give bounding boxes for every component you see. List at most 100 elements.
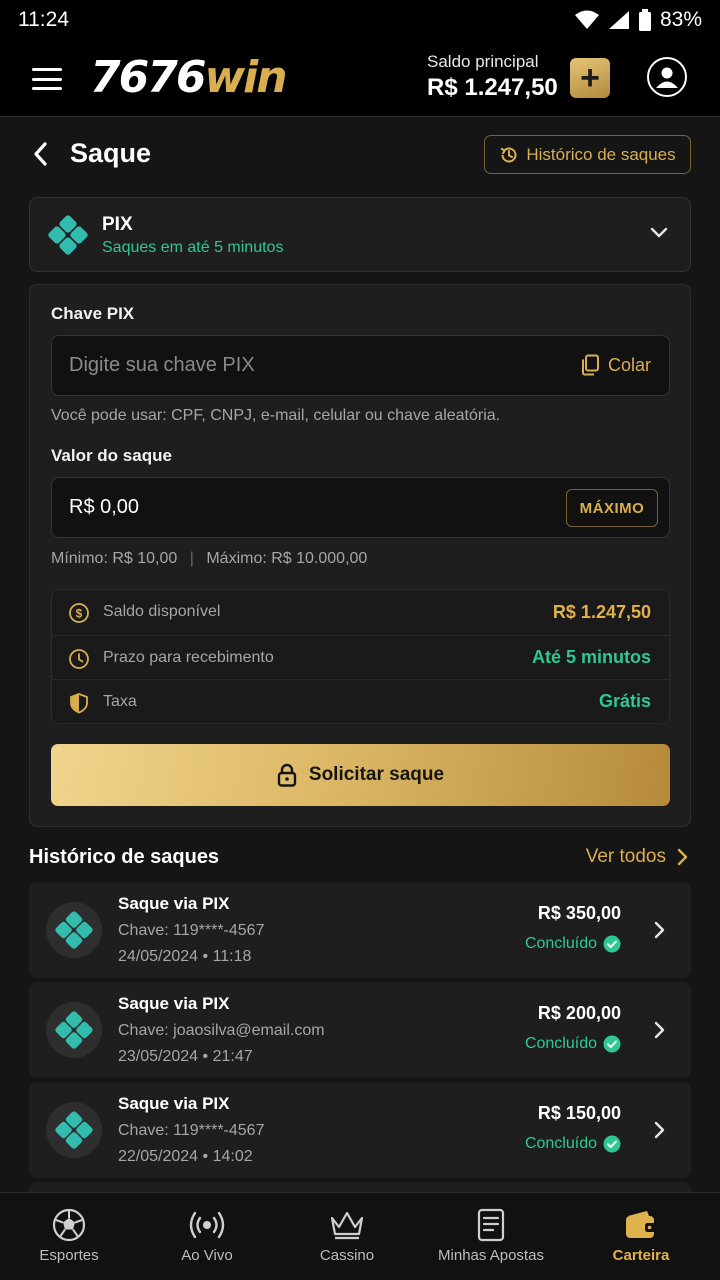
- logo-main-text: 7676: [90, 52, 206, 103]
- history-item-title: Saque via PIX: [118, 894, 230, 913]
- chevron-down-icon: [650, 227, 668, 238]
- history-item[interactable]: Saque via PIX Chave: 119****-4567 22/05/20…: [29, 1082, 691, 1178]
- nav-label: Esportes: [39, 1247, 99, 1264]
- history-item-date: 22/05/2024 • 14:02: [118, 1148, 253, 1165]
- status-time: 11:24: [18, 8, 69, 31]
- status-label: Concluído: [524, 935, 597, 952]
- logo-accent-text: win: [204, 52, 287, 103]
- request-withdraw-button[interactable]: Solicitar saque: [51, 744, 670, 806]
- balance-label: Saldo principal: [427, 52, 539, 71]
- withdraw-history-button[interactable]: Histórico de saques: [484, 135, 691, 174]
- chevron-right-icon: [677, 848, 688, 866]
- signal-icon: [608, 11, 629, 29]
- summary-value: Grátis: [598, 691, 651, 711]
- pix-icon: [55, 911, 93, 949]
- nav-my-bets[interactable]: Minhas Apostas: [430, 1193, 552, 1280]
- summary-label: Prazo para recebimento: [103, 648, 274, 666]
- svg-text:$: $: [76, 607, 83, 621]
- bottom-navigation: Esportes Ao Vivo Cassino Minhas Apostas …: [0, 1192, 720, 1280]
- nav-casino[interactable]: Cassino: [298, 1193, 396, 1280]
- see-all-label: Ver todos: [585, 846, 666, 867]
- brand-logo[interactable]: 7676win: [90, 52, 288, 103]
- pix-key-label: Chave PIX: [51, 304, 135, 323]
- history-item-title: Saque via PIX: [118, 994, 230, 1013]
- check-circle-icon: [603, 1035, 621, 1053]
- app-header: 7676win Saldo principal R$ 1.247,50 +: [0, 40, 720, 117]
- nav-label: Ao Vivo: [181, 1247, 233, 1264]
- history-item-status: Concluído: [525, 1035, 621, 1053]
- balance-display: Saldo principal R$ 1.247,50: [427, 52, 558, 102]
- profile-button[interactable]: [647, 57, 687, 97]
- withdraw-summary: $ Saldo disponível R$ 1.247,50 Prazo par…: [51, 589, 670, 724]
- history-item[interactable]: Saque via PIX Chave: 119****-4567 24/05/20…: [29, 882, 691, 978]
- history-section-title: Histórico de saques: [29, 846, 220, 868]
- user-icon: [656, 67, 678, 88]
- nav-live[interactable]: Ao Vivo: [158, 1193, 256, 1280]
- crown-icon: [330, 1211, 364, 1240]
- deposit-button[interactable]: +: [570, 58, 610, 98]
- see-all-link[interactable]: Ver todos: [586, 846, 688, 868]
- pix-key-helper: Você pode usar: CPF, CNPJ, e-mail, celul…: [51, 407, 501, 424]
- pix-icon: [55, 1011, 93, 1049]
- history-item-date: 23/05/2024 • 21:47: [118, 1048, 253, 1065]
- summary-value: Até 5 minutos: [531, 647, 651, 667]
- wallet-icon: [626, 1211, 657, 1238]
- battery-icon: [638, 9, 651, 31]
- history-item-key: Chave: 119****-4567: [118, 922, 265, 939]
- bet-slip-icon: [477, 1208, 505, 1242]
- limit-min: Mínimo: R$ 10,00: [51, 550, 178, 567]
- nav-sports[interactable]: Esportes: [20, 1193, 118, 1280]
- limit-separator: |: [189, 550, 194, 567]
- shield-icon: [70, 693, 88, 714]
- pix-key-placeholder: Digite sua chave PIX: [69, 354, 255, 376]
- nav-wallet[interactable]: Carteira: [592, 1193, 690, 1280]
- status-icons: 83%: [574, 8, 702, 32]
- page-title: Saque: [70, 138, 152, 168]
- nav-label: Minhas Apostas: [438, 1247, 544, 1264]
- history-item[interactable]: Saque via PIX Chave: joaosilva@email.com 2…: [29, 982, 691, 1078]
- summary-value: R$ 1.247,50: [552, 601, 651, 622]
- method-name: PIX: [102, 214, 133, 235]
- battery-percent: 83%: [659, 8, 702, 31]
- lock-icon: [277, 763, 297, 787]
- pix-icon-badge: [46, 1102, 102, 1158]
- nav-label: Cassino: [319, 1247, 375, 1264]
- chevron-right-icon: [654, 1121, 665, 1139]
- payment-method-selector[interactable]: PIX Saques em até 5 minutos: [29, 197, 691, 272]
- paste-button[interactable]: Colar: [580, 354, 651, 376]
- history-item-status: Concluído: [525, 935, 621, 953]
- dollar-circle-icon: $: [69, 603, 89, 623]
- request-withdraw-label: Solicitar saque: [308, 764, 445, 785]
- amount-label: Valor do saque: [51, 446, 172, 465]
- method-subtitle: Saques em até 5 minutos: [102, 239, 284, 256]
- amount-value: R$ 0,00: [69, 496, 140, 518]
- check-circle-icon: [603, 935, 621, 953]
- withdraw-form: Chave PIX Digite sua chave PIX Colar Voc…: [29, 284, 691, 827]
- summary-label: Saldo disponível: [103, 603, 221, 620]
- check-circle-icon: [603, 1135, 621, 1153]
- amount-input[interactable]: R$ 0,00 MÁXIMO: [51, 477, 670, 538]
- max-amount-button[interactable]: MÁXIMO: [566, 489, 658, 527]
- history-item-key: Chave: 119****-4567: [118, 1122, 265, 1139]
- menu-icon[interactable]: [32, 68, 62, 90]
- clock-icon: [69, 649, 89, 669]
- status-label: Concluído: [524, 1035, 597, 1052]
- history-icon: [500, 147, 517, 162]
- summary-row-balance: $ Saldo disponível R$ 1.247,50: [52, 590, 669, 634]
- balance-value: R$ 1.247,50: [427, 74, 558, 101]
- wifi-icon: [574, 10, 599, 29]
- pix-icon: [48, 215, 88, 255]
- history-item-date: 24/05/2024 • 11:18: [118, 948, 252, 965]
- history-item-amount: R$ 200,00: [537, 1003, 621, 1023]
- pix-key-input[interactable]: Digite sua chave PIX Colar: [51, 335, 670, 396]
- back-arrow-icon[interactable]: [30, 140, 52, 168]
- status-bar: 11:24 83%: [0, 0, 720, 40]
- soccer-ball-icon: [52, 1208, 86, 1242]
- history-item-amount: R$ 350,00: [537, 903, 621, 923]
- status-label: Concluído: [524, 1135, 597, 1152]
- history-item-title: Saque via PIX: [118, 1094, 230, 1113]
- paste-label: Colar: [607, 354, 651, 375]
- chevron-right-icon: [654, 921, 665, 939]
- summary-label: Taxa: [103, 692, 137, 710]
- history-item-status: Concluído: [525, 1135, 621, 1153]
